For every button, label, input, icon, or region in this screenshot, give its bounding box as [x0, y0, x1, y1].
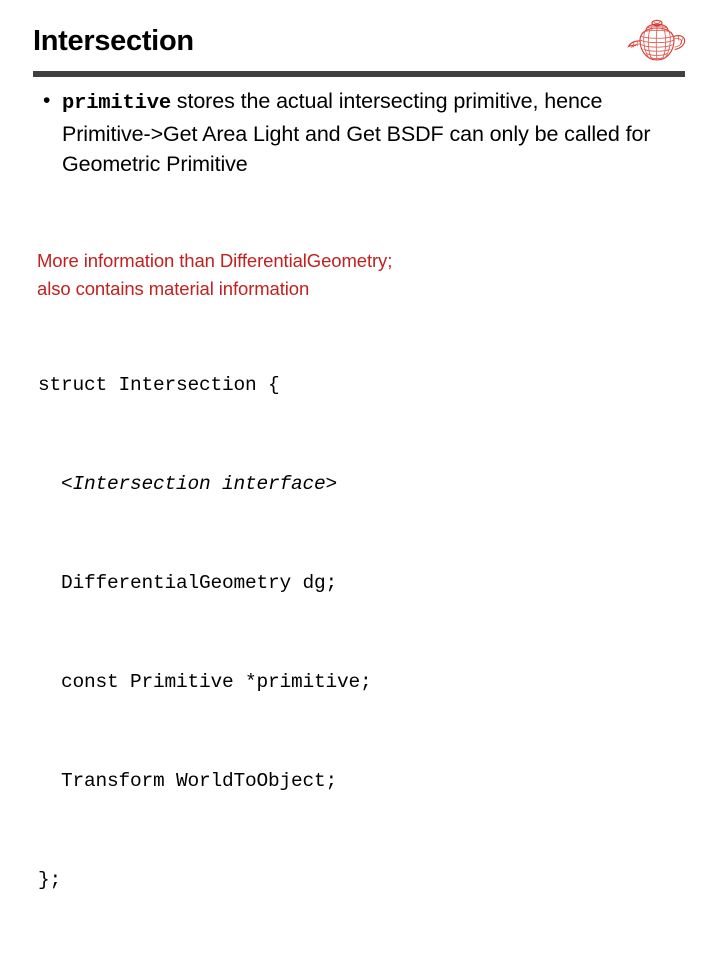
inline-code-primitive: primitive — [62, 92, 171, 115]
slide: Intersection • primitive stores the actu… — [0, 0, 720, 891]
red-note-line-2: also contains material information — [37, 278, 310, 299]
bullet-list: • primitive stores the actual intersecti… — [40, 86, 680, 179]
code-line: struct Intersection { — [38, 374, 280, 396]
bullet-item-text: primitive stores the actual intersecting… — [62, 86, 680, 179]
code-block: struct Intersection { <Intersection inte… — [38, 303, 678, 963]
code-line: Transform WorldToObject; — [38, 770, 338, 792]
title-divider — [33, 71, 685, 77]
red-note-line-1: More information than DifferentialGeomet… — [37, 250, 393, 271]
code-line: }; — [38, 869, 62, 891]
bullet-marker-icon: • — [43, 89, 51, 112]
code-line: <Intersection interface> — [38, 473, 338, 495]
list-item: • primitive stores the actual intersecti… — [40, 86, 680, 179]
page-title: Intersection — [33, 25, 194, 57]
red-note: More information than DifferentialGeomet… — [37, 247, 657, 303]
code-line: const Primitive *primitive; — [38, 671, 372, 693]
wireframe-teapot-icon — [626, 18, 688, 68]
code-line: DifferentialGeometry dg; — [38, 572, 338, 594]
